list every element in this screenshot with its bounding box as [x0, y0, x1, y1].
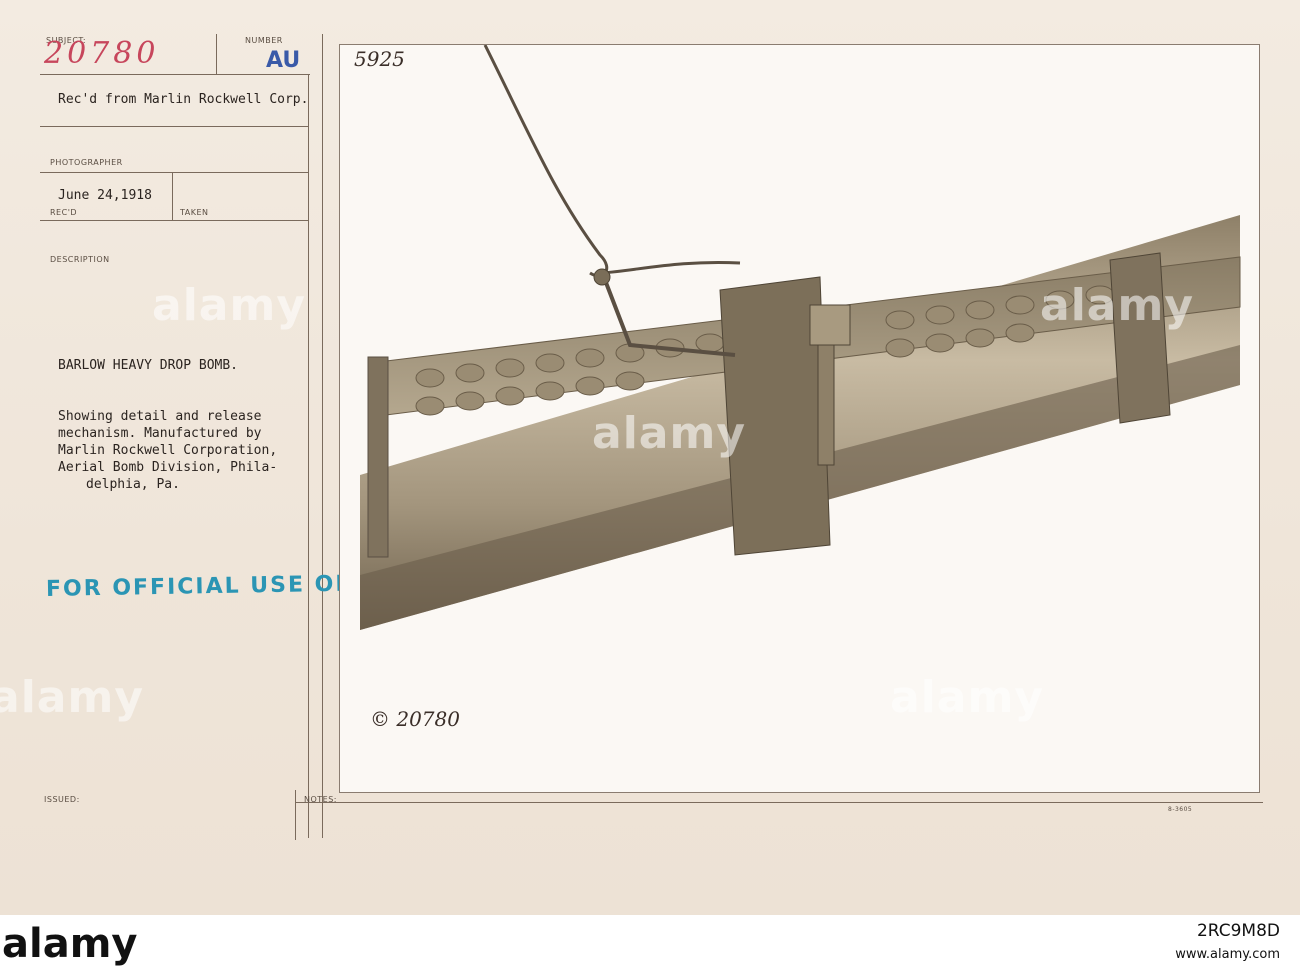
notes-divider [295, 790, 296, 840]
number-value: AU [266, 48, 301, 73]
bomb-photograph: 5925 © 20780 [339, 44, 1260, 793]
alamy-url: www.alamy.com [1175, 947, 1280, 962]
watermark: alamy [152, 280, 306, 331]
recd-label: REC'D [50, 208, 78, 217]
left-column-divider [308, 74, 309, 838]
description-line: delphia, Pa. [86, 477, 180, 492]
date-divider [172, 172, 173, 220]
photographer-rule [40, 172, 308, 173]
photographer-label: PHOTOGRAPHER [50, 158, 123, 167]
watermark: alamy [0, 672, 144, 723]
description-label: DESCRIPTION [50, 255, 110, 264]
description-line: Showing detail and release [58, 409, 262, 424]
official-use-stamp: FOR OFFICIAL USE ONLY [45, 571, 387, 602]
subject-number: 20780 [44, 36, 160, 71]
subject-divider [216, 34, 217, 74]
description-title: BARLOW HEAVY DROP BOMB. [58, 358, 239, 373]
watermark: alamy [890, 672, 1044, 723]
alamy-logo: alamy [2, 921, 137, 967]
main-divider [322, 34, 323, 838]
description-line: Marlin Rockwell Corporation, [58, 443, 278, 458]
header-rule [40, 74, 310, 75]
taken-label: TAKEN [180, 208, 209, 217]
description-line: mechanism. Manufactured by [58, 426, 262, 441]
watermark: alamy [592, 408, 746, 459]
notes-rule [295, 802, 1263, 803]
date-received: June 24,1918 [58, 188, 152, 203]
date-rule [40, 220, 308, 221]
form-number: 8-3605 [1168, 806, 1193, 813]
image-id: 2RC9M8D [1196, 921, 1280, 941]
stock-footer: alamy 2RC9M8D www.alamy.com [0, 915, 1300, 972]
number-label: NUMBER [245, 36, 283, 45]
photo-top-number: 5925 [354, 47, 405, 71]
svg-text:alamy: alamy [2, 921, 137, 967]
received-rule [40, 126, 308, 127]
received-from: Rec'd from Marlin Rockwell Corp. [58, 92, 309, 107]
notes-label: NOTES: [304, 795, 337, 804]
watermark: alamy [1040, 280, 1194, 331]
description-body: Showing detail and release mechanism. Ma… [58, 408, 277, 493]
photo-bottom-number: © 20780 [370, 707, 460, 731]
bomb-illustration [360, 45, 1241, 630]
description-line: Aerial Bomb Division, Phila- [58, 460, 278, 475]
photo-record-card: SUBJECT: 20780 NUMBER AU Rec'd from Marl… [0, 0, 1300, 915]
issued-label: ISSUED: [44, 795, 80, 804]
